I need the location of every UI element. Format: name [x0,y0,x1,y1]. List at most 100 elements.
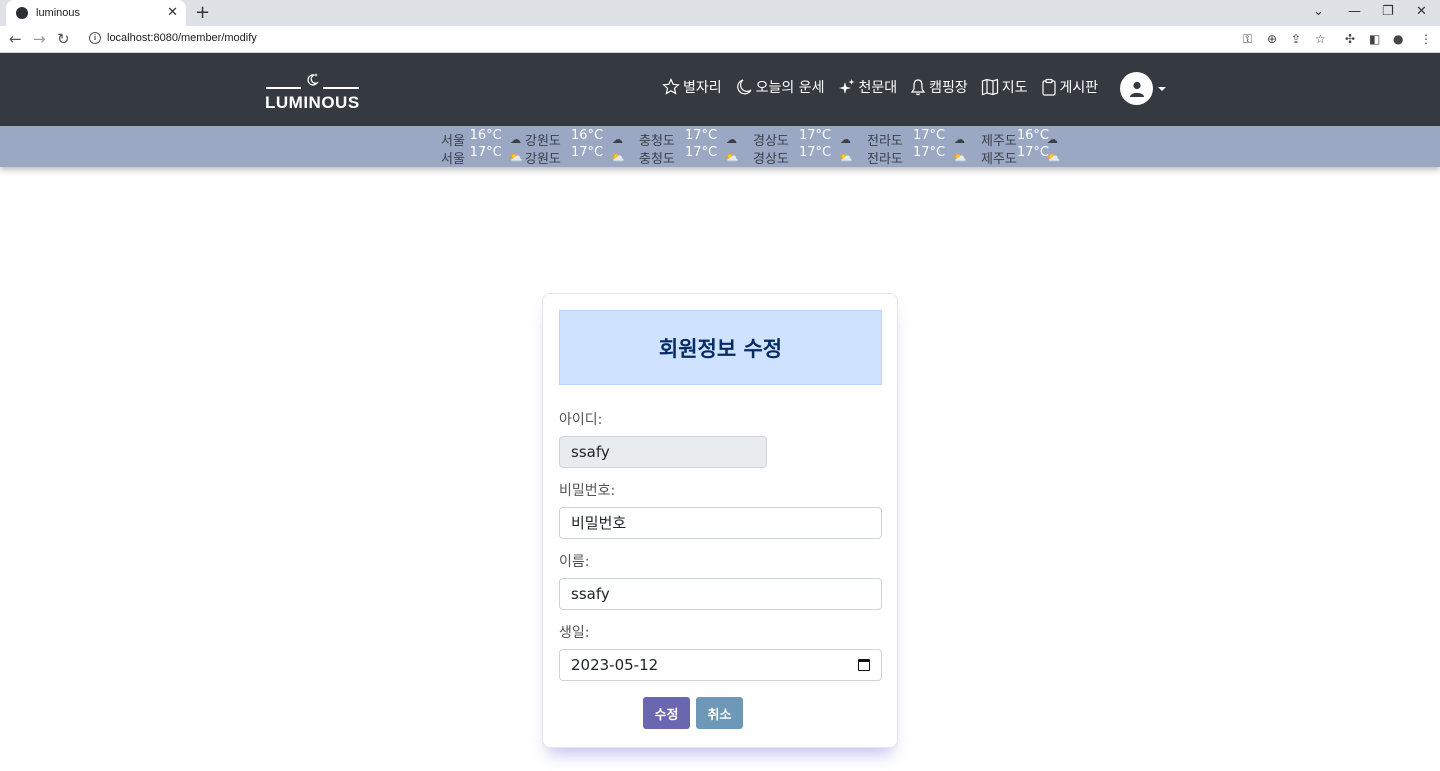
site-info-icon[interactable]: i [89,32,101,44]
nav-link-map[interactable]: 지도 [981,77,1028,97]
submit-button[interactable]: 수정 [643,697,690,729]
site-logo[interactable]: LUMINOUS [265,73,361,113]
restore-button[interactable]: ❐ [1382,2,1394,22]
weather-item: 전라도 17°C ⛅ [867,145,981,167]
weather-item: 강원도 17°C ⛅ [525,145,639,167]
weather-region: 강원도 [525,152,561,167]
weather-temp: 17°C [913,128,946,143]
logo-line-right [323,87,359,89]
logo-line-left [266,87,301,89]
logo-text: LUMINOUS [265,93,360,112]
weather-region: 충청도 [639,152,675,167]
side-panel-icon[interactable]: ◧ [1369,31,1380,47]
weather-item: 서울 17°C ⛅ [441,145,525,167]
weather-region: 경상도 [753,152,789,167]
clipboard-icon [1041,78,1056,96]
bookmark-star-icon[interactable]: ☆ [1315,31,1326,47]
birthday-date-field[interactable]: 2023-05-12 [559,649,882,681]
chevron-down-icon [1158,86,1166,91]
weather-region: 서울 [441,152,465,167]
minimize-button[interactable]: — [1348,2,1361,22]
sparkles-icon [838,79,854,94]
tab-close-icon[interactable]: ✕ [167,5,178,21]
sun-cloud-icon: ⛅ [509,151,523,164]
key-icon[interactable]: ⚿ [1243,31,1252,47]
cloud-icon: ☁ [510,133,522,146]
reload-icon[interactable]: ↻ [57,29,70,49]
weather-temp: 17°C [685,128,718,143]
url-field[interactable]: localhost:8080/member/modify [107,32,257,44]
weather-region: 제주도 [981,134,1017,149]
menu-kebab-icon[interactable]: ⋮ [1420,31,1432,47]
weather-temp: 17°C [913,145,946,160]
back-arrow-icon[interactable]: ← [9,29,22,49]
weather-temp: 16°C [571,128,604,143]
birthday-value: 2023-05-12 [571,656,659,674]
nav-link-fortune[interactable]: 오늘의 운세 [735,77,825,97]
favicon-icon [16,7,28,19]
weather-region: 전라도 [867,152,903,167]
address-bar: ← → ↻ i localhost:8080/member/modify ⚿ ⊕… [0,26,1440,53]
zoom-icon[interactable]: ⊕ [1267,31,1277,47]
weather-temp: 17°C [571,145,604,160]
nav-link-camping[interactable]: 캠핑장 [910,77,968,97]
main-nav: 별자리 오늘의 운세 천문대 캠핑장 지도 게시판 [662,77,1111,97]
sun-cloud-icon: ⛅ [953,151,967,164]
name-label: 이름: [559,554,590,570]
logo-moon-icon [307,73,319,86]
weather-temp: 17°C [469,145,502,160]
weather-region: 전라도 [867,134,903,149]
bell-icon [911,79,926,96]
tab-search-icon[interactable]: ⌄ [1313,2,1324,22]
share-icon[interactable]: ⇪ [1291,31,1301,47]
person-icon [1129,81,1144,97]
cloud-icon: ☁ [840,133,851,146]
nav-link-constellation[interactable]: 별자리 [662,77,722,97]
calendar-icon[interactable] [858,659,870,671]
weather-region: 충청도 [639,134,675,149]
tab-title: luminous [36,7,81,19]
weather-temp: 17°C [685,145,718,160]
weather-region: 서울 [441,134,465,149]
browser-tab[interactable]: luminous ✕ [6,0,186,26]
weather-temp: 17°C [799,128,832,143]
member-modify-card: 회원정보 수정 아이디: 비밀번호: 이름: 생일: 2023-05-12 수정… [542,293,898,748]
nav-link-label: 오늘의 운세 [755,80,825,96]
weather-region: 경상도 [753,134,789,149]
id-field[interactable] [559,436,767,468]
page-title: 회원정보 수정 [658,336,783,361]
weather-temp: 17°C [1016,145,1050,160]
avatar [1120,72,1153,105]
cloud-icon: ☁ [612,133,623,146]
cancel-button[interactable]: 취소 [696,697,743,729]
weather-ticker: 서울 16°C ☁ 강원도 16°C ☁ 충청도 17°C ☁ 경상도 17°C… [0,126,1440,167]
weather-item: 경상도 17°C ⛅ [753,145,867,167]
card-header: 회원정보 수정 [559,310,882,385]
name-field[interactable] [559,578,882,610]
nav-link-label: 지도 [1001,80,1028,96]
sun-cloud-icon: ⛅ [611,151,625,164]
weather-temp: 16°C [1016,128,1050,143]
extensions-icon[interactable]: ✣ [1345,31,1355,47]
nav-link-label: 게시판 [1059,80,1099,96]
nav-link-label: 천문대 [858,80,898,96]
new-tab-button[interactable]: + [195,3,210,23]
nav-link-observatory[interactable]: 천문대 [838,77,898,97]
weather-item: 제주도 17°C ⛅ [981,145,1061,167]
star-icon [662,78,680,95]
birthday-label: 생일: [559,625,590,641]
cloud-icon: ☁ [726,133,737,146]
window-close-button[interactable]: ✕ [1416,2,1427,22]
nav-link-board[interactable]: 게시판 [1041,77,1099,97]
profile-icon[interactable]: ● [1393,31,1403,47]
browser-tabstrip: luminous ✕ + ⌄ — ❐ ✕ [0,0,1440,26]
sun-cloud-icon: ⛅ [725,151,739,164]
moon-icon [736,79,752,95]
forward-arrow-icon[interactable]: → [33,29,46,49]
weather-temp: 17°C [799,145,832,160]
map-icon [981,78,998,96]
weather-region: 제주도 [981,152,1017,167]
password-field[interactable] [559,507,882,539]
weather-row: 서울 17°C ⛅ 강원도 17°C ⛅ 충청도 17°C ⛅ 경상도 17°C… [441,145,1061,167]
user-menu-toggle[interactable] [1120,72,1166,105]
